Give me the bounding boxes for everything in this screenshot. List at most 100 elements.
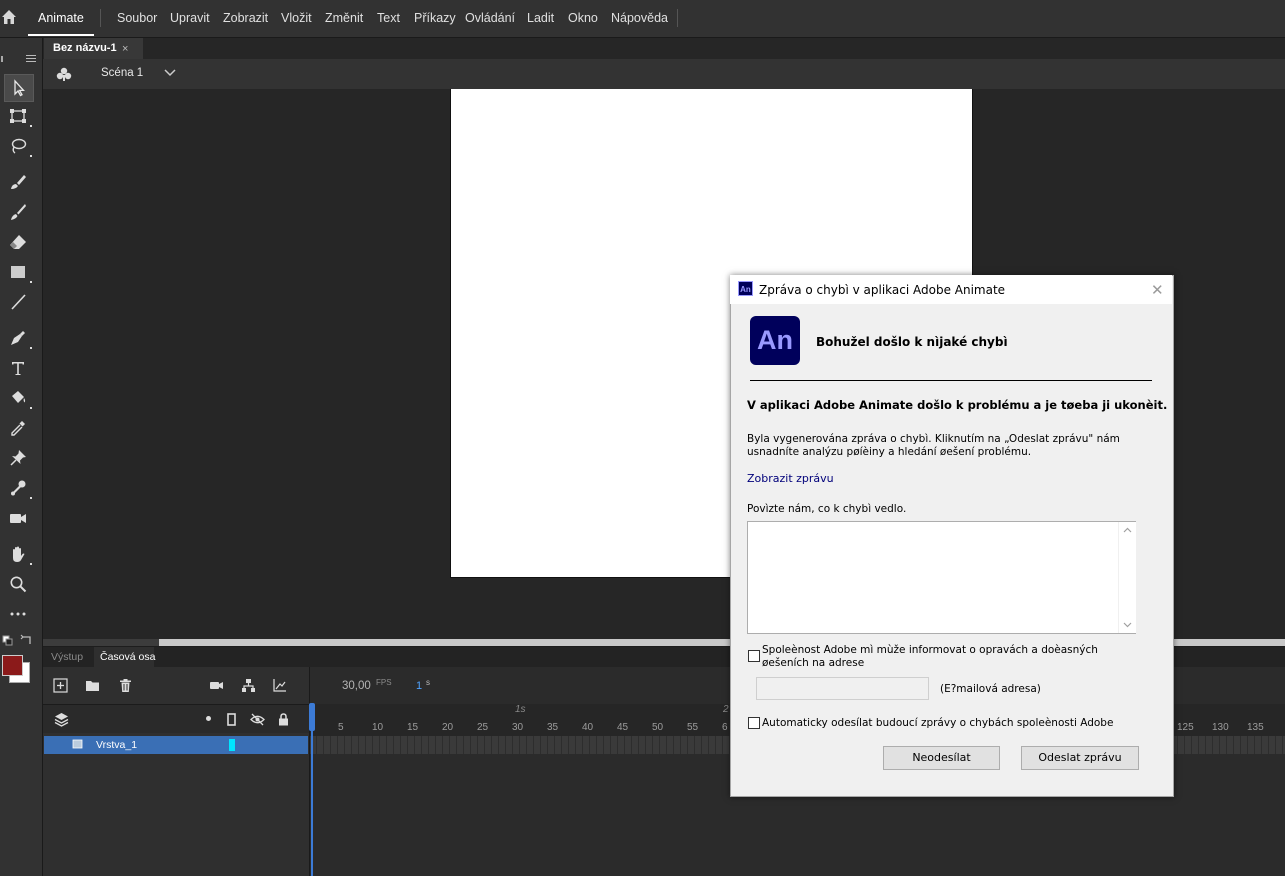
dialog-description: Byla vygenerována zpráva o chybì. Kliknu… bbox=[747, 433, 1120, 458]
ruler-tick-label: 125 bbox=[1177, 722, 1194, 733]
ruler-tick-label: 10 bbox=[372, 722, 384, 733]
ruler-second-label: 1s bbox=[515, 704, 526, 715]
zoom-tool-icon[interactable] bbox=[4, 571, 32, 597]
dialog-main-message: V aplikaci Adobe Animate došlo k problém… bbox=[747, 398, 1168, 412]
scene-bar bbox=[43, 59, 1285, 89]
comment-textarea[interactable] bbox=[747, 521, 1136, 634]
tab-output[interactable]: Výstup bbox=[51, 647, 83, 667]
document-tab-label: Bez názvu-1 bbox=[53, 42, 117, 54]
menu-zobrazit[interactable]: Zobrazit bbox=[223, 0, 268, 36]
close-icon[interactable]: ✕ bbox=[1151, 281, 1164, 299]
menu-vlozit[interactable]: Vložit bbox=[281, 0, 312, 36]
lock-icon[interactable] bbox=[274, 710, 292, 728]
fps-value[interactable]: 30,00 bbox=[342, 680, 371, 692]
camera-tool-icon[interactable] bbox=[4, 505, 32, 531]
send-report-button[interactable]: Odeslat zprávu bbox=[1021, 746, 1139, 770]
tools-menu-icon[interactable] bbox=[25, 52, 37, 62]
default-colors-icon[interactable] bbox=[2, 635, 14, 647]
ruler-tick-label: 35 bbox=[547, 722, 559, 733]
notify-checkbox[interactable] bbox=[748, 650, 760, 662]
ruler-tick-label: 130 bbox=[1212, 722, 1229, 733]
paint-bucket-tool-icon[interactable] bbox=[4, 385, 32, 411]
eyedropper-tool-icon[interactable] bbox=[4, 415, 32, 441]
menu-divider bbox=[100, 9, 101, 27]
delete-icon[interactable] bbox=[116, 676, 134, 694]
fps-label: FPS bbox=[376, 678, 392, 687]
rectangle-tool-icon[interactable] bbox=[4, 259, 32, 285]
text-tool-icon[interactable] bbox=[4, 355, 32, 381]
menu-upravit[interactable]: Upravit bbox=[170, 0, 210, 36]
playhead-handle[interactable] bbox=[309, 703, 315, 731]
ruler-tick-label: 15 bbox=[407, 722, 419, 733]
dialog-divider bbox=[750, 380, 1152, 381]
menu-zmenit[interactable]: Změnit bbox=[325, 0, 363, 36]
pen-tool-icon[interactable] bbox=[4, 325, 32, 351]
panel-grip-icon[interactable] bbox=[0, 52, 6, 62]
menu-text[interactable]: Text bbox=[377, 0, 400, 36]
paint-brush-tool-icon[interactable] bbox=[4, 199, 32, 225]
textarea-scrollbar[interactable] bbox=[1118, 522, 1136, 633]
camera-icon[interactable] bbox=[207, 676, 225, 694]
ruler-tick-label: 20 bbox=[442, 722, 454, 733]
swap-colors-icon[interactable] bbox=[20, 634, 33, 647]
chevron-down-icon[interactable] bbox=[163, 66, 177, 80]
dialog-title: Zpráva o chybì v aplikaci Adobe Animate bbox=[759, 283, 1006, 297]
ruler-tick-label: 135 bbox=[1247, 722, 1264, 733]
layer-parenting-icon[interactable] bbox=[239, 676, 257, 694]
menu-ladit[interactable]: Ladit bbox=[527, 0, 554, 36]
show-report-link[interactable]: Zobrazit zprávu bbox=[747, 472, 834, 485]
animate-logo-icon: An bbox=[750, 316, 800, 365]
close-tab-icon[interactable]: × bbox=[122, 38, 128, 59]
menu-soubor[interactable]: Soubor bbox=[117, 0, 157, 36]
new-folder-icon[interactable] bbox=[83, 676, 101, 694]
tab-timeline-label[interactable]: Časová osa bbox=[100, 647, 155, 667]
ruler-tick-label: 50 bbox=[652, 722, 664, 733]
hand-tool-icon[interactable] bbox=[4, 541, 32, 567]
outline-icon[interactable] bbox=[222, 710, 240, 728]
line-tool-icon[interactable] bbox=[4, 289, 32, 315]
auto-send-checkbox[interactable] bbox=[748, 717, 760, 729]
free-transform-tool-icon[interactable] bbox=[4, 103, 32, 129]
tell-us-label: Povìzte nám, co k chybì vedlo. bbox=[747, 503, 907, 515]
document-tab-bar bbox=[43, 38, 1285, 59]
menu-okno[interactable]: Okno bbox=[568, 0, 598, 36]
current-frame[interactable]: 1 bbox=[416, 680, 422, 692]
lasso-tool-icon[interactable] bbox=[4, 133, 32, 159]
app-name-tab[interactable]: Animate bbox=[28, 0, 94, 36]
dont-send-button[interactable]: Neodesílat bbox=[883, 746, 1000, 770]
home-icon[interactable] bbox=[0, 8, 18, 28]
layers-stack-icon[interactable] bbox=[52, 710, 70, 728]
ruler-tick-label: 30 bbox=[512, 722, 524, 733]
auto-send-checkbox-label[interactable]: Automaticky odesílat budoucí zprávy o ch… bbox=[762, 717, 1113, 729]
email-field[interactable] bbox=[756, 677, 929, 700]
bone-tool-icon[interactable] bbox=[4, 475, 32, 501]
ruler-tick-label: 40 bbox=[582, 722, 594, 733]
new-layer-icon[interactable] bbox=[51, 676, 69, 694]
more-tools-icon[interactable] bbox=[4, 601, 32, 627]
fill-color-swatch[interactable] bbox=[2, 655, 23, 676]
eraser-tool-icon[interactable] bbox=[4, 229, 32, 255]
pin-tool-icon[interactable] bbox=[4, 445, 32, 471]
layers-area bbox=[43, 667, 310, 876]
ruler-tick-label: 55 bbox=[687, 722, 699, 733]
email-label: (E?mailová adresa) bbox=[940, 683, 1041, 695]
selection-tool-icon[interactable] bbox=[4, 74, 34, 102]
layer-name[interactable]: Vrstva_1 bbox=[96, 736, 137, 754]
visibility-icon[interactable] bbox=[248, 710, 266, 728]
scene-clapper-icon[interactable] bbox=[56, 66, 72, 82]
menu-ovladani[interactable]: Ovládání bbox=[465, 0, 515, 36]
menu-prikazy[interactable]: Příkazy bbox=[414, 0, 456, 36]
layer-color-marker[interactable] bbox=[229, 739, 235, 751]
menu-napoveda[interactable]: Nápověda bbox=[611, 0, 668, 36]
animate-app-icon: An bbox=[738, 281, 753, 296]
fluid-brush-tool-icon[interactable] bbox=[4, 169, 32, 195]
ruler-tick-label: 45 bbox=[617, 722, 629, 733]
scene-name[interactable]: Scéna 1 bbox=[101, 67, 143, 79]
dialog-heading: Bohužel došlo k nìjaké chybì bbox=[816, 335, 1008, 349]
highlight-dot-icon[interactable] bbox=[206, 716, 211, 721]
ruler-tick-label: 5 bbox=[338, 722, 344, 733]
graph-editor-icon[interactable] bbox=[270, 676, 288, 694]
layer-type-icon bbox=[72, 739, 84, 750]
ruler-second-label: 2 bbox=[723, 704, 729, 715]
notify-checkbox-label[interactable]: Spoleènost Adobe mì mùže informovat o op… bbox=[762, 644, 1132, 670]
